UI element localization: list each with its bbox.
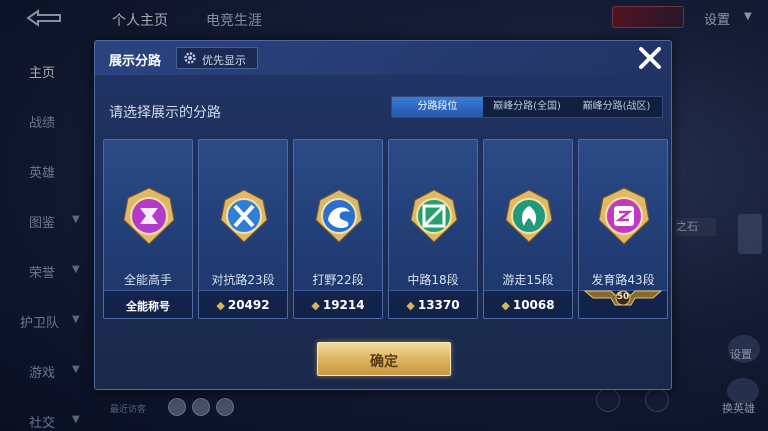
card-footer: ◆ 10068 [484,290,572,318]
priority-display-button[interactable]: 优先显示 [176,47,258,69]
lane-card-all-round[interactable]: 全能高手 全能称号 [103,139,193,319]
tab-peak-lane-national[interactable]: 巅峰分路(全国) [483,97,571,117]
card-footer: 50 [579,290,667,318]
card-footer: ◆ 13370 [389,290,477,318]
card-footer: ◆ 20492 [199,290,287,318]
close-icon[interactable] [637,45,663,71]
confirm-label: 确定 [370,354,398,370]
card-footer: ◆ 19214 [294,290,382,318]
dialog-title: 展示分路 [109,54,162,69]
peak-score: ◆ 10068 [501,298,555,312]
lane-name: 对抗路23段 [211,273,275,287]
jungle-dragon-icon [315,189,363,243]
roam-icon [505,189,553,243]
lane-card-roam[interactable]: 游走15段 ◆ 10068 [483,139,573,319]
all-round-icon [123,187,175,245]
peak-score: ◆ 13370 [406,298,460,312]
diamond-icon: ◆ [501,299,510,312]
diamond-icon: ◆ [216,299,225,312]
lane-name: 中路18段 [407,273,459,287]
lane-display-dialog: 展示分路 优先显示 请选择展示的分路 分路段位 巅峰分路(全国) 巅峰分路(战区… [94,40,672,390]
star-count: 50 [616,292,630,302]
lane-card-mid[interactable]: 中路18段 ◆ 13370 [388,139,478,319]
lane-name: 游走15段 [502,273,554,287]
farm-lane-icon [598,187,650,245]
lane-tab-switcher: 分路段位 巅峰分路(全国) 巅峰分路(战区) [391,96,663,118]
confirm-button[interactable]: 确定 [317,342,451,376]
clash-lane-icon [220,189,268,243]
mid-lane-icon [410,189,458,243]
dialog-subtitle: 请选择展示的分路 [109,105,221,121]
peak-score: ◆ 19214 [311,298,365,312]
tab-peak-lane-region[interactable]: 巅峰分路(战区) [571,97,662,117]
card-footer: 全能称号 [104,290,192,318]
lane-name: 打野22段 [312,273,364,287]
lane-card-clash[interactable]: 对抗路23段 ◆ 20492 [198,139,288,319]
gear-icon [184,52,196,64]
all-round-title: 全能称号 [126,300,170,313]
lane-card-jungle[interactable]: 打野22段 ◆ 19214 [293,139,383,319]
peak-score: ◆ 20492 [216,298,270,312]
diamond-icon: ◆ [311,299,320,312]
lane-card-farm[interactable]: 发育路43段 50 [578,139,668,319]
diamond-icon: ◆ [406,299,415,312]
priority-display-label: 优先显示 [202,54,246,67]
lane-name: 发育路43段 [591,273,655,287]
lane-name: 全能高手 [123,273,172,287]
tab-lane-rank[interactable]: 分路段位 [392,97,483,117]
